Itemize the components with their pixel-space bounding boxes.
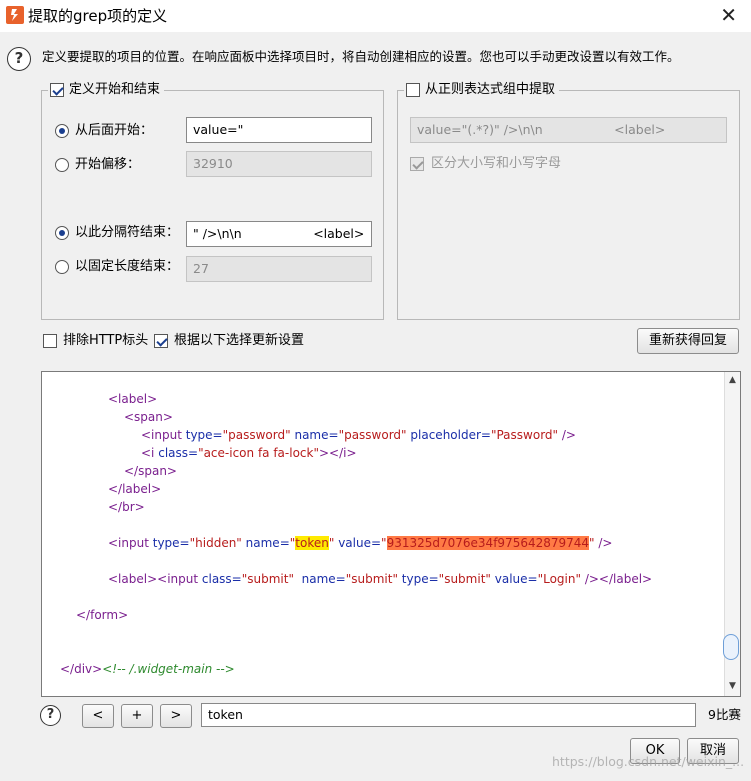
- burp-logo-icon: [6, 6, 24, 24]
- code-tag: </label>: [108, 482, 162, 496]
- code-tag: </div>: [60, 662, 103, 676]
- code-attr: name=: [294, 428, 339, 442]
- code-tag: <span>: [124, 410, 173, 424]
- exclude-http-headers-checkbox[interactable]: [43, 334, 57, 348]
- extracted-value-highlight[interactable]: 931325d7076e34f975642879744: [386, 536, 590, 550]
- regex-label: 从正则表达式组中提取: [425, 82, 556, 97]
- code-attr: type=: [185, 428, 223, 442]
- description-text: 定义要提取的项目的位置。在响应面板中选择项目时，将自动创建相应的设置。您也可以手…: [42, 49, 680, 64]
- code-value: "password": [222, 428, 291, 442]
- end-delimiter-input[interactable]: " />\n\n <label>: [186, 221, 372, 247]
- code-tag: </br>: [108, 500, 145, 514]
- title-bar: 提取的grep项的定义 ✕: [0, 0, 751, 32]
- question-mark-icon[interactable]: ?: [7, 47, 31, 71]
- code-attr: name=: [245, 536, 290, 550]
- start-offset-radio[interactable]: [55, 158, 69, 172]
- code-tag: /></label>: [581, 572, 653, 586]
- code-tag: <label>: [108, 392, 158, 406]
- scroll-up-icon[interactable]: ▲: [727, 375, 738, 386]
- code-attr: type=: [401, 572, 439, 586]
- match-count: 9比赛: [708, 707, 741, 722]
- refetch-response-button[interactable]: 重新获得回复: [637, 328, 739, 354]
- code-tag: </form>: [76, 608, 129, 622]
- vertical-scrollbar[interactable]: ▲ ▼: [723, 372, 740, 696]
- code-line: <label>: [108, 391, 157, 407]
- code-tag: ></i>: [318, 446, 357, 460]
- define-start-end-legend: 定义开始和结束: [48, 82, 165, 98]
- case-sensitive-label: 区分大小写和小写字母: [431, 156, 562, 171]
- end-delimiter-label: 以此分隔符结束：: [75, 225, 180, 240]
- code-attr: placeholder=: [410, 428, 491, 442]
- code-value: "ace-icon fa fa-lock": [198, 446, 319, 460]
- code-tag: <input: [141, 428, 182, 442]
- scroll-down-icon[interactable]: ▼: [727, 681, 738, 692]
- case-sensitive-checkbox[interactable]: [410, 157, 424, 171]
- update-config-label: 根据以下选择更新设置: [174, 333, 305, 348]
- code-attr: value=: [494, 572, 538, 586]
- code-attr: name=: [301, 572, 346, 586]
- start-after-input[interactable]: value=": [186, 117, 372, 143]
- code-line: <span>: [124, 409, 173, 425]
- code-line: <label><input class="submit" name="submi…: [108, 571, 652, 587]
- response-viewer[interactable]: <label> <span> <input type="password" na…: [41, 371, 741, 697]
- exclude-http-headers-label: 排除HTTP标头: [63, 333, 149, 348]
- code-line: </label>: [108, 481, 161, 497]
- code-tag: <label>: [108, 572, 158, 586]
- code-line: </div><!-- /.widget-main -->: [60, 661, 235, 677]
- previous-match-button[interactable]: <: [82, 704, 114, 728]
- regex-checkbox[interactable]: [406, 83, 420, 97]
- watermark-text: https://blog.csdn.net/weixin_...: [552, 754, 745, 769]
- code-attr: value=: [338, 536, 382, 550]
- define-start-end-label: 定义开始和结束: [69, 82, 161, 97]
- code-tag: <i: [141, 446, 155, 460]
- end-delimiter-radio[interactable]: [55, 226, 69, 240]
- code-tag: />: [558, 428, 576, 442]
- regex-legend: 从正则表达式组中提取: [404, 82, 560, 98]
- code-value: "submit": [438, 572, 491, 586]
- close-icon[interactable]: ✕: [720, 3, 737, 27]
- start-offset-input[interactable]: 32910: [186, 151, 372, 177]
- code-value: ": [328, 536, 335, 550]
- code-value: ": [381, 536, 387, 550]
- search-help-icon[interactable]: ?: [40, 705, 61, 726]
- code-value: "submit": [241, 572, 294, 586]
- code-line: </span>: [124, 463, 177, 479]
- end-fixed-length-label: 以固定长度结束：: [75, 259, 180, 274]
- grep-extract-dialog: 提取的grep项的定义 ✕ ? 定义要提取的项目的位置。在响应面板中选择项目时，…: [0, 0, 751, 781]
- start-offset-label: 开始偏移：: [75, 157, 141, 172]
- code-line: </br>: [108, 499, 145, 515]
- next-match-button[interactable]: >: [160, 704, 192, 728]
- code-attr: class=: [201, 572, 242, 586]
- code-line-token: <input type="hidden" name="token" value=…: [108, 535, 613, 551]
- code-attr: type=: [152, 536, 190, 550]
- code-tag: <input: [157, 572, 199, 586]
- code-value: "password": [338, 428, 407, 442]
- code-line: <input type="password" name="password" p…: [141, 427, 576, 443]
- window-title: 提取的grep项的定义: [28, 7, 168, 25]
- scrollbar-thumb[interactable]: [723, 634, 739, 660]
- code-value: "Login": [537, 572, 582, 586]
- code-comment: <!-- /.widget-main -->: [102, 662, 235, 676]
- response-code: <label> <span> <input type="password" na…: [42, 372, 724, 696]
- code-value: "Password": [490, 428, 559, 442]
- code-tag: />: [594, 536, 613, 550]
- code-tag: </span>: [124, 464, 177, 478]
- regex-input[interactable]: value="(.*?)" />\n\n <label>: [410, 117, 727, 143]
- add-search-button[interactable]: +: [121, 704, 153, 728]
- code-line: <i class="ace-icon fa fa-lock"></i>: [141, 445, 357, 461]
- define-start-end-checkbox[interactable]: [50, 83, 64, 97]
- end-fixed-length-input[interactable]: 27: [186, 256, 372, 282]
- start-after-label: 从后面开始：: [75, 123, 154, 138]
- end-fixed-length-radio[interactable]: [55, 260, 69, 274]
- code-value: "hidden": [189, 536, 242, 550]
- update-config-checkbox[interactable]: [154, 334, 168, 348]
- code-line: </form>: [76, 607, 128, 623]
- search-highlight: token: [295, 536, 329, 550]
- start-after-radio[interactable]: [55, 124, 69, 138]
- code-attr: class=: [158, 446, 199, 460]
- search-input[interactable]: token: [201, 703, 696, 727]
- code-value: "submit": [345, 572, 398, 586]
- code-tag: <input: [108, 536, 149, 550]
